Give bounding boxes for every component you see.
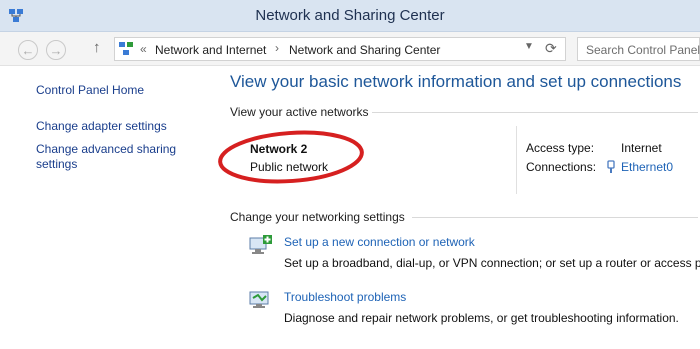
active-networks-heading: View your active networks [230,105,369,119]
network-type-link[interactable]: Public network [250,160,328,174]
sidebar-item-change-advanced-sharing-settings[interactable]: Change advanced sharing settings [36,142,186,172]
section-divider [412,217,698,218]
forward-arrow-icon: → [49,42,63,58]
change-settings-heading: Change your networking settings [230,210,405,224]
address-overflow[interactable]: « [140,42,147,56]
troubleshoot-problems-link[interactable]: Troubleshoot problems [284,290,406,304]
back-arrow-icon: ← [21,42,35,58]
sidebar-item-change-adapter-settings[interactable]: Change adapter settings [36,119,196,134]
control-panel-icon [119,42,133,55]
window-title: Network and Sharing Center [255,7,445,24]
access-type-label: Access type: [526,141,595,155]
page-title: View your basic network information and … [230,72,682,91]
breadcrumb-network-and-internet[interactable]: Network and Internet [155,43,266,57]
vertical-divider [516,126,517,194]
back-button[interactable]: ← [18,40,38,60]
up-arrow-icon: ↑ [93,39,101,56]
search-placeholder: Search Control Panel [586,43,700,57]
breadcrumb-network-and-sharing-center[interactable]: Network and Sharing Center [289,43,440,57]
setup-new-connection-description: Set up a broadband, dial-up, or VPN conn… [284,256,700,270]
navigation-bar: ← → ↑ « Network and Internet › Network a… [0,32,700,66]
up-button[interactable]: ↑ [93,39,101,56]
search-input[interactable]: Search Control Panel [577,37,700,61]
setup-new-connection-link[interactable]: Set up a new connection or network [284,235,475,249]
sidebar-item-control-panel-home[interactable]: Control Panel Home [36,83,196,98]
access-type-value: Internet [621,141,662,155]
highlight-ring [218,130,364,184]
troubleshoot-problems-description: Diagnose and repair network problems, or… [284,311,679,325]
chevron-down-icon[interactable]: ▼ [524,41,534,52]
section-divider [372,112,698,113]
address-bar[interactable]: « Network and Internet › Network and Sha… [114,37,566,61]
connections-label: Connections: [526,160,597,174]
new-connection-icon [249,235,272,254]
refresh-icon[interactable]: ⟳ [545,40,557,57]
connection-ethernet-link[interactable]: Ethernet0 [621,160,673,174]
ethernet-icon [607,160,615,173]
title-bar: Network and Sharing Center [0,0,700,32]
network-name: Network 2 [250,142,308,156]
forward-button[interactable]: → [46,40,66,60]
chevron-right-icon[interactable]: › [275,41,279,55]
troubleshoot-icon [249,291,269,308]
